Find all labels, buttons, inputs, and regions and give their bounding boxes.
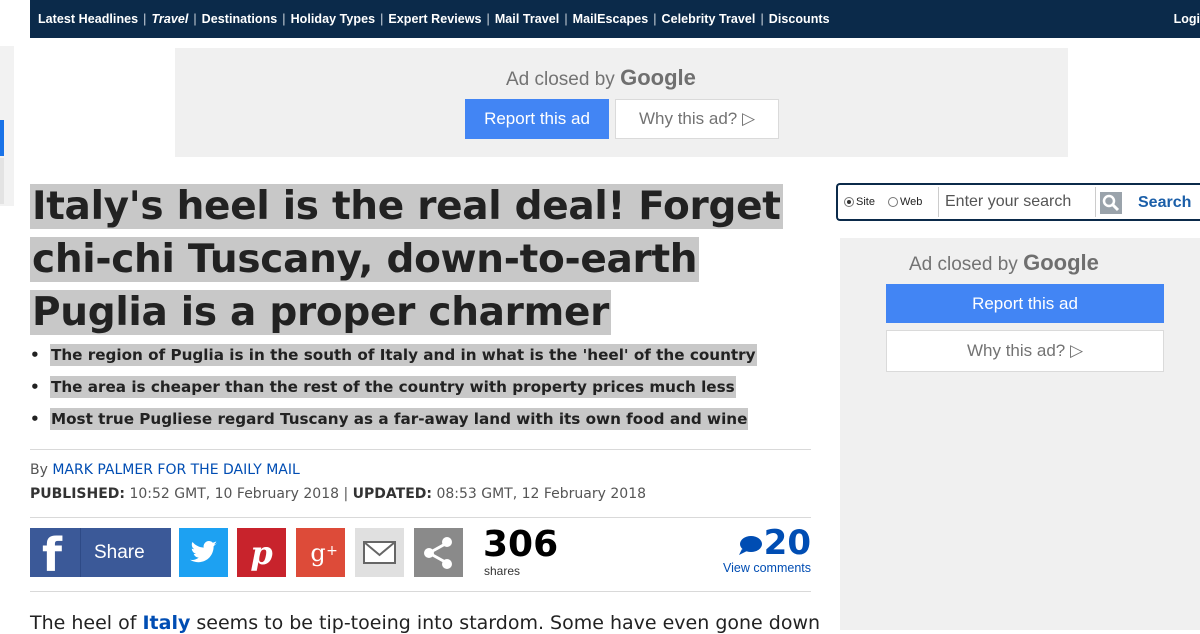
why-this-ad-button[interactable]: Why this ad? ▷ bbox=[615, 99, 779, 139]
left-edge-strip bbox=[0, 46, 14, 206]
svg-text:+: + bbox=[326, 543, 338, 559]
ad-right: Ad closed by Google Report this ad Why t… bbox=[840, 238, 1200, 630]
divider bbox=[30, 449, 811, 450]
search-magnifier-button[interactable] bbox=[1100, 192, 1122, 214]
nav-item-travel[interactable]: Travel bbox=[151, 12, 188, 26]
share-count: 306 bbox=[483, 524, 559, 565]
ad-closed-text: Ad closed by Google bbox=[506, 65, 696, 90]
report-ad-button[interactable]: Report this ad bbox=[886, 284, 1164, 323]
nav-item-celebrity-travel[interactable]: Celebrity Travel bbox=[662, 12, 756, 26]
google-logo: Google bbox=[620, 65, 696, 90]
svg-text:p: p bbox=[250, 534, 272, 572]
bullet-item: The region of Puglia is in the south of … bbox=[30, 342, 820, 374]
pinterest-share-button[interactable]: p bbox=[237, 528, 286, 577]
search-button[interactable]: Search bbox=[1138, 194, 1191, 212]
view-comments-label: View comments bbox=[723, 561, 811, 575]
radio-site-dot bbox=[844, 197, 854, 207]
facebook-icon: f bbox=[42, 528, 63, 582]
nav-item-mailescapes[interactable]: MailEscapes bbox=[573, 12, 649, 26]
google-logo: Google bbox=[1023, 250, 1099, 275]
bullet-item: Most true Pugliese regard Tuscany as a f… bbox=[30, 406, 820, 438]
left-edge-accent bbox=[0, 120, 4, 156]
view-comments-link[interactable]: 20 View comments bbox=[700, 525, 811, 575]
ad-top: Ad closed by Google Report this ad Why t… bbox=[175, 48, 1068, 157]
share-count-label: shares bbox=[484, 564, 521, 578]
nav-item-latest-headlines[interactable]: Latest Headlines bbox=[38, 12, 138, 26]
bullet-item: The area is cheaper than the rest of the… bbox=[30, 374, 820, 406]
radio-site[interactable]: Site bbox=[844, 196, 875, 208]
nav-item-destinations[interactable]: Destinations bbox=[202, 12, 278, 26]
report-ad-button[interactable]: Report this ad bbox=[465, 99, 609, 139]
comment-bubble-icon bbox=[738, 535, 762, 555]
author-link[interactable]: MARK PALMER FOR THE DAILY MAIL bbox=[52, 462, 299, 478]
email-icon bbox=[355, 528, 404, 577]
twitter-share-button[interactable] bbox=[179, 528, 228, 577]
login-link[interactable]: Logi bbox=[1174, 12, 1200, 26]
facebook-share-button[interactable]: f Share bbox=[30, 528, 171, 582]
byline: By MARK PALMER FOR THE DAILY MAIL bbox=[30, 462, 300, 478]
radio-web-dot bbox=[888, 197, 898, 207]
nav-items: Latest Headlines | Travel | Destinations | Hol… bbox=[38, 12, 830, 26]
nav-item-expert-reviews[interactable]: Expert Reviews bbox=[388, 12, 481, 26]
search-box: Site Web Search bbox=[836, 183, 1200, 221]
left-edge-tab bbox=[0, 158, 4, 204]
email-share-button[interactable] bbox=[355, 528, 404, 577]
twitter-icon bbox=[179, 528, 228, 577]
divider bbox=[30, 591, 811, 592]
comment-count: 20 bbox=[763, 523, 811, 563]
google-plus-icon: g + bbox=[296, 528, 345, 577]
top-nav: Latest Headlines | Travel | Destinations | Hol… bbox=[30, 0, 1200, 38]
search-icon bbox=[1102, 194, 1120, 212]
divider bbox=[30, 517, 811, 518]
nav-item-holiday-types[interactable]: Holiday Types bbox=[291, 12, 375, 26]
publish-info: PUBLISHED: 10:52 GMT, 10 February 2018 |… bbox=[30, 486, 647, 502]
radio-web[interactable]: Web bbox=[888, 196, 922, 208]
pinterest-icon: p bbox=[237, 528, 286, 577]
svg-text:g: g bbox=[310, 539, 325, 567]
search-input[interactable] bbox=[938, 187, 1096, 217]
article-bullets: The region of Puglia is in the south of … bbox=[30, 342, 820, 438]
more-share-button[interactable] bbox=[414, 528, 463, 577]
ad-closed-text: Ad closed by Google bbox=[909, 250, 1099, 275]
why-this-ad-button[interactable]: Why this ad? ▷ bbox=[886, 330, 1164, 372]
article-body-first-line: The heel of Italy seems to be tip-toeing… bbox=[30, 612, 821, 634]
article-headline: Italy's heel is the real deal! Forget ch… bbox=[30, 184, 783, 335]
nav-item-discounts[interactable]: Discounts bbox=[769, 12, 830, 26]
italy-link[interactable]: Italy bbox=[142, 612, 190, 634]
google-plus-share-button[interactable]: g + bbox=[296, 528, 345, 577]
nav-item-mail-travel[interactable]: Mail Travel bbox=[495, 12, 559, 26]
share-icon bbox=[414, 528, 463, 577]
